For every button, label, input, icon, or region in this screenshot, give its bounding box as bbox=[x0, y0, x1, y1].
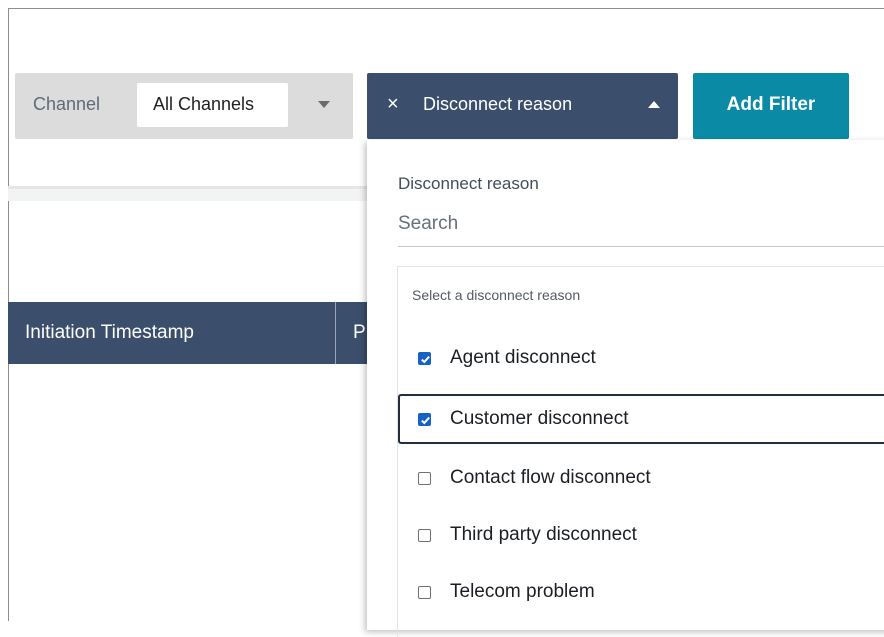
caret-down-icon[interactable] bbox=[318, 101, 330, 108]
checkbox[interactable] bbox=[418, 472, 431, 485]
column-header-next[interactable]: P bbox=[353, 322, 366, 344]
page-frame-top bbox=[8, 8, 884, 9]
channel-filter[interactable]: Channel All Channels bbox=[15, 73, 353, 139]
disconnect-reason-dropdown: Disconnect reason Select a disconnect re… bbox=[367, 140, 884, 637]
disconnect-reason-filter-chip[interactable]: × Disconnect reason bbox=[367, 73, 678, 139]
checkbox[interactable] bbox=[418, 529, 431, 542]
option-label: Third party disconnect bbox=[450, 524, 637, 545]
column-header-initiation-timestamp[interactable]: Initiation Timestamp bbox=[25, 322, 194, 344]
option-agent-disconnect[interactable]: Agent disconnect bbox=[398, 333, 884, 383]
check-icon bbox=[421, 416, 430, 425]
column-separator bbox=[335, 302, 336, 364]
table-header: Initiation Timestamp P bbox=[8, 302, 368, 364]
divider-band bbox=[8, 189, 368, 201]
option-contact-flow-disconnect[interactable]: Contact flow disconnect bbox=[398, 453, 884, 503]
option-label: Contact flow disconnect bbox=[450, 467, 651, 488]
checkbox[interactable] bbox=[418, 413, 431, 426]
options-hint: Select a disconnect reason bbox=[412, 287, 581, 303]
option-telecom-problem[interactable]: Telecom problem bbox=[398, 567, 884, 617]
channel-selected-value: All Channels bbox=[153, 94, 255, 114]
checkbox[interactable] bbox=[418, 352, 431, 365]
channel-label: Channel bbox=[33, 94, 101, 114]
search-input[interactable] bbox=[398, 202, 884, 247]
option-third-party-disconnect[interactable]: Third party disconnect bbox=[398, 510, 884, 560]
channel-select[interactable]: All Channels bbox=[137, 83, 288, 127]
check-icon bbox=[421, 355, 430, 364]
option-label: Agent disconnect bbox=[450, 347, 596, 368]
caret-up-icon[interactable] bbox=[648, 101, 660, 108]
options-list: Select a disconnect reason Agent disconn… bbox=[397, 266, 884, 637]
close-icon[interactable]: × bbox=[387, 93, 399, 116]
checkbox[interactable] bbox=[418, 586, 431, 599]
option-customer-disconnect[interactable]: Customer disconnect bbox=[398, 394, 884, 444]
disconnect-reason-chip-label: Disconnect reason bbox=[423, 94, 573, 114]
option-label: Telecom problem bbox=[450, 581, 595, 602]
add-filter-button[interactable]: Add Filter bbox=[693, 73, 849, 139]
add-filter-label: Add Filter bbox=[726, 94, 816, 115]
option-label: Customer disconnect bbox=[450, 408, 629, 429]
dropdown-title: Disconnect reason bbox=[398, 174, 539, 193]
